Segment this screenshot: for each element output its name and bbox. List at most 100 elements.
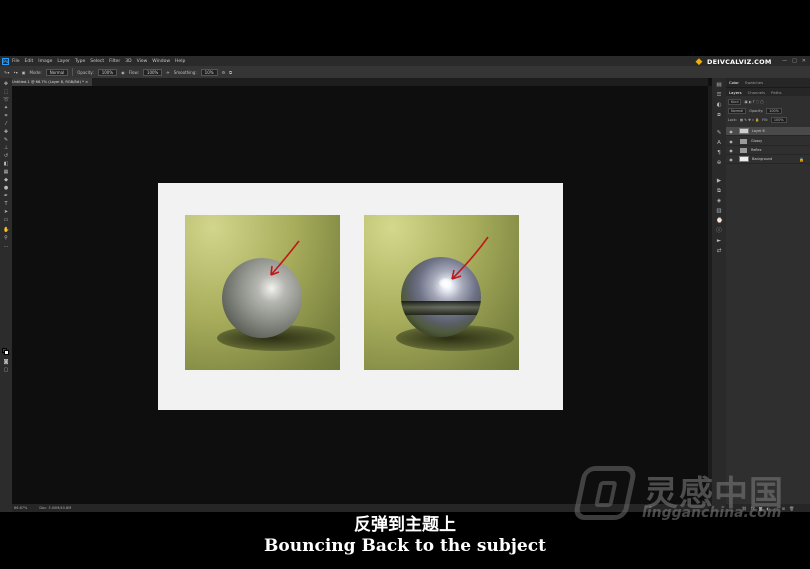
lock-icon: 🔒: [799, 156, 804, 162]
history-brush-tool-icon[interactable]: ↺: [3, 154, 9, 159]
menu-filter[interactable]: Filter: [109, 59, 120, 64]
menu-edit[interactable]: Edit: [25, 59, 34, 64]
opacity-field[interactable]: 100%: [97, 68, 118, 76]
menu-layer[interactable]: Layer: [57, 59, 70, 64]
layer-row[interactable]: ◉ Layer 8: [726, 127, 810, 136]
menu-help[interactable]: Help: [175, 59, 185, 64]
menu-select[interactable]: Select: [90, 59, 104, 64]
swap-icon[interactable]: ⇄: [716, 248, 722, 254]
maximize-button[interactable]: □: [792, 58, 797, 64]
gradient-tool-icon[interactable]: ▦: [3, 170, 9, 175]
adjustments-panel-icon[interactable]: ◐: [716, 102, 722, 108]
shape-tool-icon[interactable]: ▭: [3, 218, 9, 223]
brush-size-icon[interactable]: •▾: [13, 70, 17, 75]
brush-settings-icon[interactable]: ✎: [716, 130, 722, 136]
layer-name[interactable]: Reflex: [751, 148, 761, 152]
menu-image[interactable]: Image: [38, 59, 52, 64]
history-panel-icon[interactable]: ▤: [716, 82, 722, 88]
brush-tool-icon[interactable]: ✎: [3, 138, 9, 143]
photoshop-window: Ps File Edit Image Layer Type Select Fil…: [0, 56, 810, 512]
folder-icon: [740, 147, 747, 153]
collapsed-panel-strip: ▤ ☰ ◐ ⧈ ✎ A ¶ ⊕ ▶ ⧉ ◈ ▥ ⌚ ⓘ ► ⇄: [712, 78, 726, 512]
kind-filter-select[interactable]: Kind: [728, 98, 742, 105]
document-canvas[interactable]: [158, 183, 563, 410]
properties-panel-icon[interactable]: ☰: [716, 92, 722, 98]
background-color-swatch[interactable]: [4, 350, 9, 355]
tab-channels[interactable]: Channels: [745, 90, 769, 95]
layer-opacity-label: Opacity:: [749, 108, 764, 113]
document-tab[interactable]: Untitled-1 @ 66.7% (Layer 8, RGB/8#) * ×: [8, 78, 93, 86]
glyphs-panel-icon[interactable]: ◈: [716, 198, 722, 204]
smoothing-options-gear-icon[interactable]: ⚙: [222, 70, 226, 75]
visibility-eye-icon[interactable]: ◉: [728, 157, 734, 162]
flow-field[interactable]: 100%: [142, 68, 163, 76]
tab-color[interactable]: Color: [726, 80, 742, 85]
quick-mask-icon[interactable]: ◙: [3, 360, 9, 365]
move-tool-icon[interactable]: ✥: [3, 82, 9, 87]
quick-select-tool-icon[interactable]: ✦: [3, 106, 9, 111]
dodge-tool-icon[interactable]: ●: [3, 186, 9, 191]
fill-field[interactable]: 100%: [770, 116, 787, 123]
layer-name[interactable]: Layer 8: [752, 129, 765, 133]
layer-name[interactable]: Background: [752, 157, 772, 161]
paragraph-panel-icon[interactable]: ¶: [716, 150, 722, 156]
filter-icons[interactable]: ▣ ◐ T ⬚ ▢: [744, 100, 763, 104]
navigator-panel-icon[interactable]: ⧈: [716, 112, 722, 118]
screen-mode-icon[interactable]: ▢: [3, 368, 9, 373]
color-panel-tabs: Color Swatches: [726, 78, 810, 87]
menu-file[interactable]: File: [12, 59, 20, 64]
info-panel-icon[interactable]: ⓘ: [716, 228, 722, 234]
close-window-button[interactable]: ✕: [802, 58, 806, 64]
healing-brush-tool-icon[interactable]: ✚: [3, 130, 9, 135]
play-icon[interactable]: ►: [716, 238, 722, 244]
document-tab-close-icon[interactable]: ×: [85, 80, 88, 84]
menu-view[interactable]: View: [137, 59, 148, 64]
lasso-tool-icon[interactable]: ➰: [3, 98, 9, 103]
visibility-eye-icon[interactable]: ◉: [728, 129, 734, 134]
menu-window[interactable]: Window: [152, 59, 170, 64]
timeline-panel-icon[interactable]: ⌚: [716, 218, 723, 224]
brush-panel-icon[interactable]: ▣: [22, 70, 26, 75]
canvas-area[interactable]: [12, 86, 708, 512]
eyedropper-tool-icon[interactable]: ⁄: [3, 122, 9, 127]
mode-select[interactable]: Normal: [45, 68, 69, 76]
symmetry-icon[interactable]: ⧉: [229, 70, 232, 75]
pressure-opacity-icon[interactable]: ◉: [121, 70, 125, 75]
layer-comps-icon[interactable]: ⧉: [716, 188, 722, 194]
minimize-button[interactable]: —: [782, 58, 787, 64]
actions-panel-icon[interactable]: ▶: [716, 178, 722, 184]
tab-layers[interactable]: Layers: [726, 90, 745, 95]
visibility-eye-icon[interactable]: ◉: [728, 148, 734, 153]
path-selection-tool-icon[interactable]: ➤: [3, 210, 9, 215]
blur-tool-icon[interactable]: ◆: [3, 178, 9, 183]
more-tools-icon[interactable]: …: [3, 244, 9, 249]
brush-tool-preset-icon[interactable]: ✎▾: [4, 70, 9, 75]
blend-mode-select[interactable]: Normal: [728, 107, 747, 114]
layer-name[interactable]: Glossy: [751, 139, 762, 143]
brand-mark-icon: ◆: [695, 57, 703, 67]
airbrush-icon[interactable]: ✈: [166, 70, 169, 75]
marquee-tool-icon[interactable]: ⬚: [3, 90, 9, 95]
eraser-tool-icon[interactable]: ◧: [3, 162, 9, 167]
menu-3d[interactable]: 3D: [125, 59, 131, 64]
layer-row[interactable]: ◉ Reflex: [726, 146, 810, 155]
character-panel-icon[interactable]: A: [716, 140, 722, 146]
menu-type[interactable]: Type: [75, 59, 85, 64]
layers-panel-tabs: Layers Channels Paths: [726, 87, 810, 96]
hand-tool-icon[interactable]: ✋: [3, 228, 9, 233]
libraries-panel-icon[interactable]: ▥: [716, 208, 722, 214]
crop-tool-icon[interactable]: ⌗: [3, 114, 9, 119]
layer-row[interactable]: ◉ Background 🔒: [726, 155, 810, 164]
visibility-eye-icon[interactable]: ◉: [728, 139, 734, 144]
clone-source-icon[interactable]: ⊕: [716, 160, 722, 166]
layer-opacity-field[interactable]: 100%: [766, 107, 782, 114]
tab-paths[interactable]: Paths: [768, 90, 784, 95]
zoom-tool-icon[interactable]: ⚲: [3, 236, 9, 241]
layer-row[interactable]: ◉ Glossy: [726, 137, 810, 146]
lock-icons[interactable]: ▦ ✎ ✥ ⌗ 🔒: [740, 118, 759, 122]
tab-swatches[interactable]: Swatches: [742, 80, 766, 85]
pen-tool-icon[interactable]: ✒: [3, 194, 9, 199]
clone-stamp-tool-icon[interactable]: ⊥: [3, 146, 9, 151]
smoothing-field[interactable]: 10%: [200, 68, 218, 76]
type-tool-icon[interactable]: T: [3, 202, 9, 207]
